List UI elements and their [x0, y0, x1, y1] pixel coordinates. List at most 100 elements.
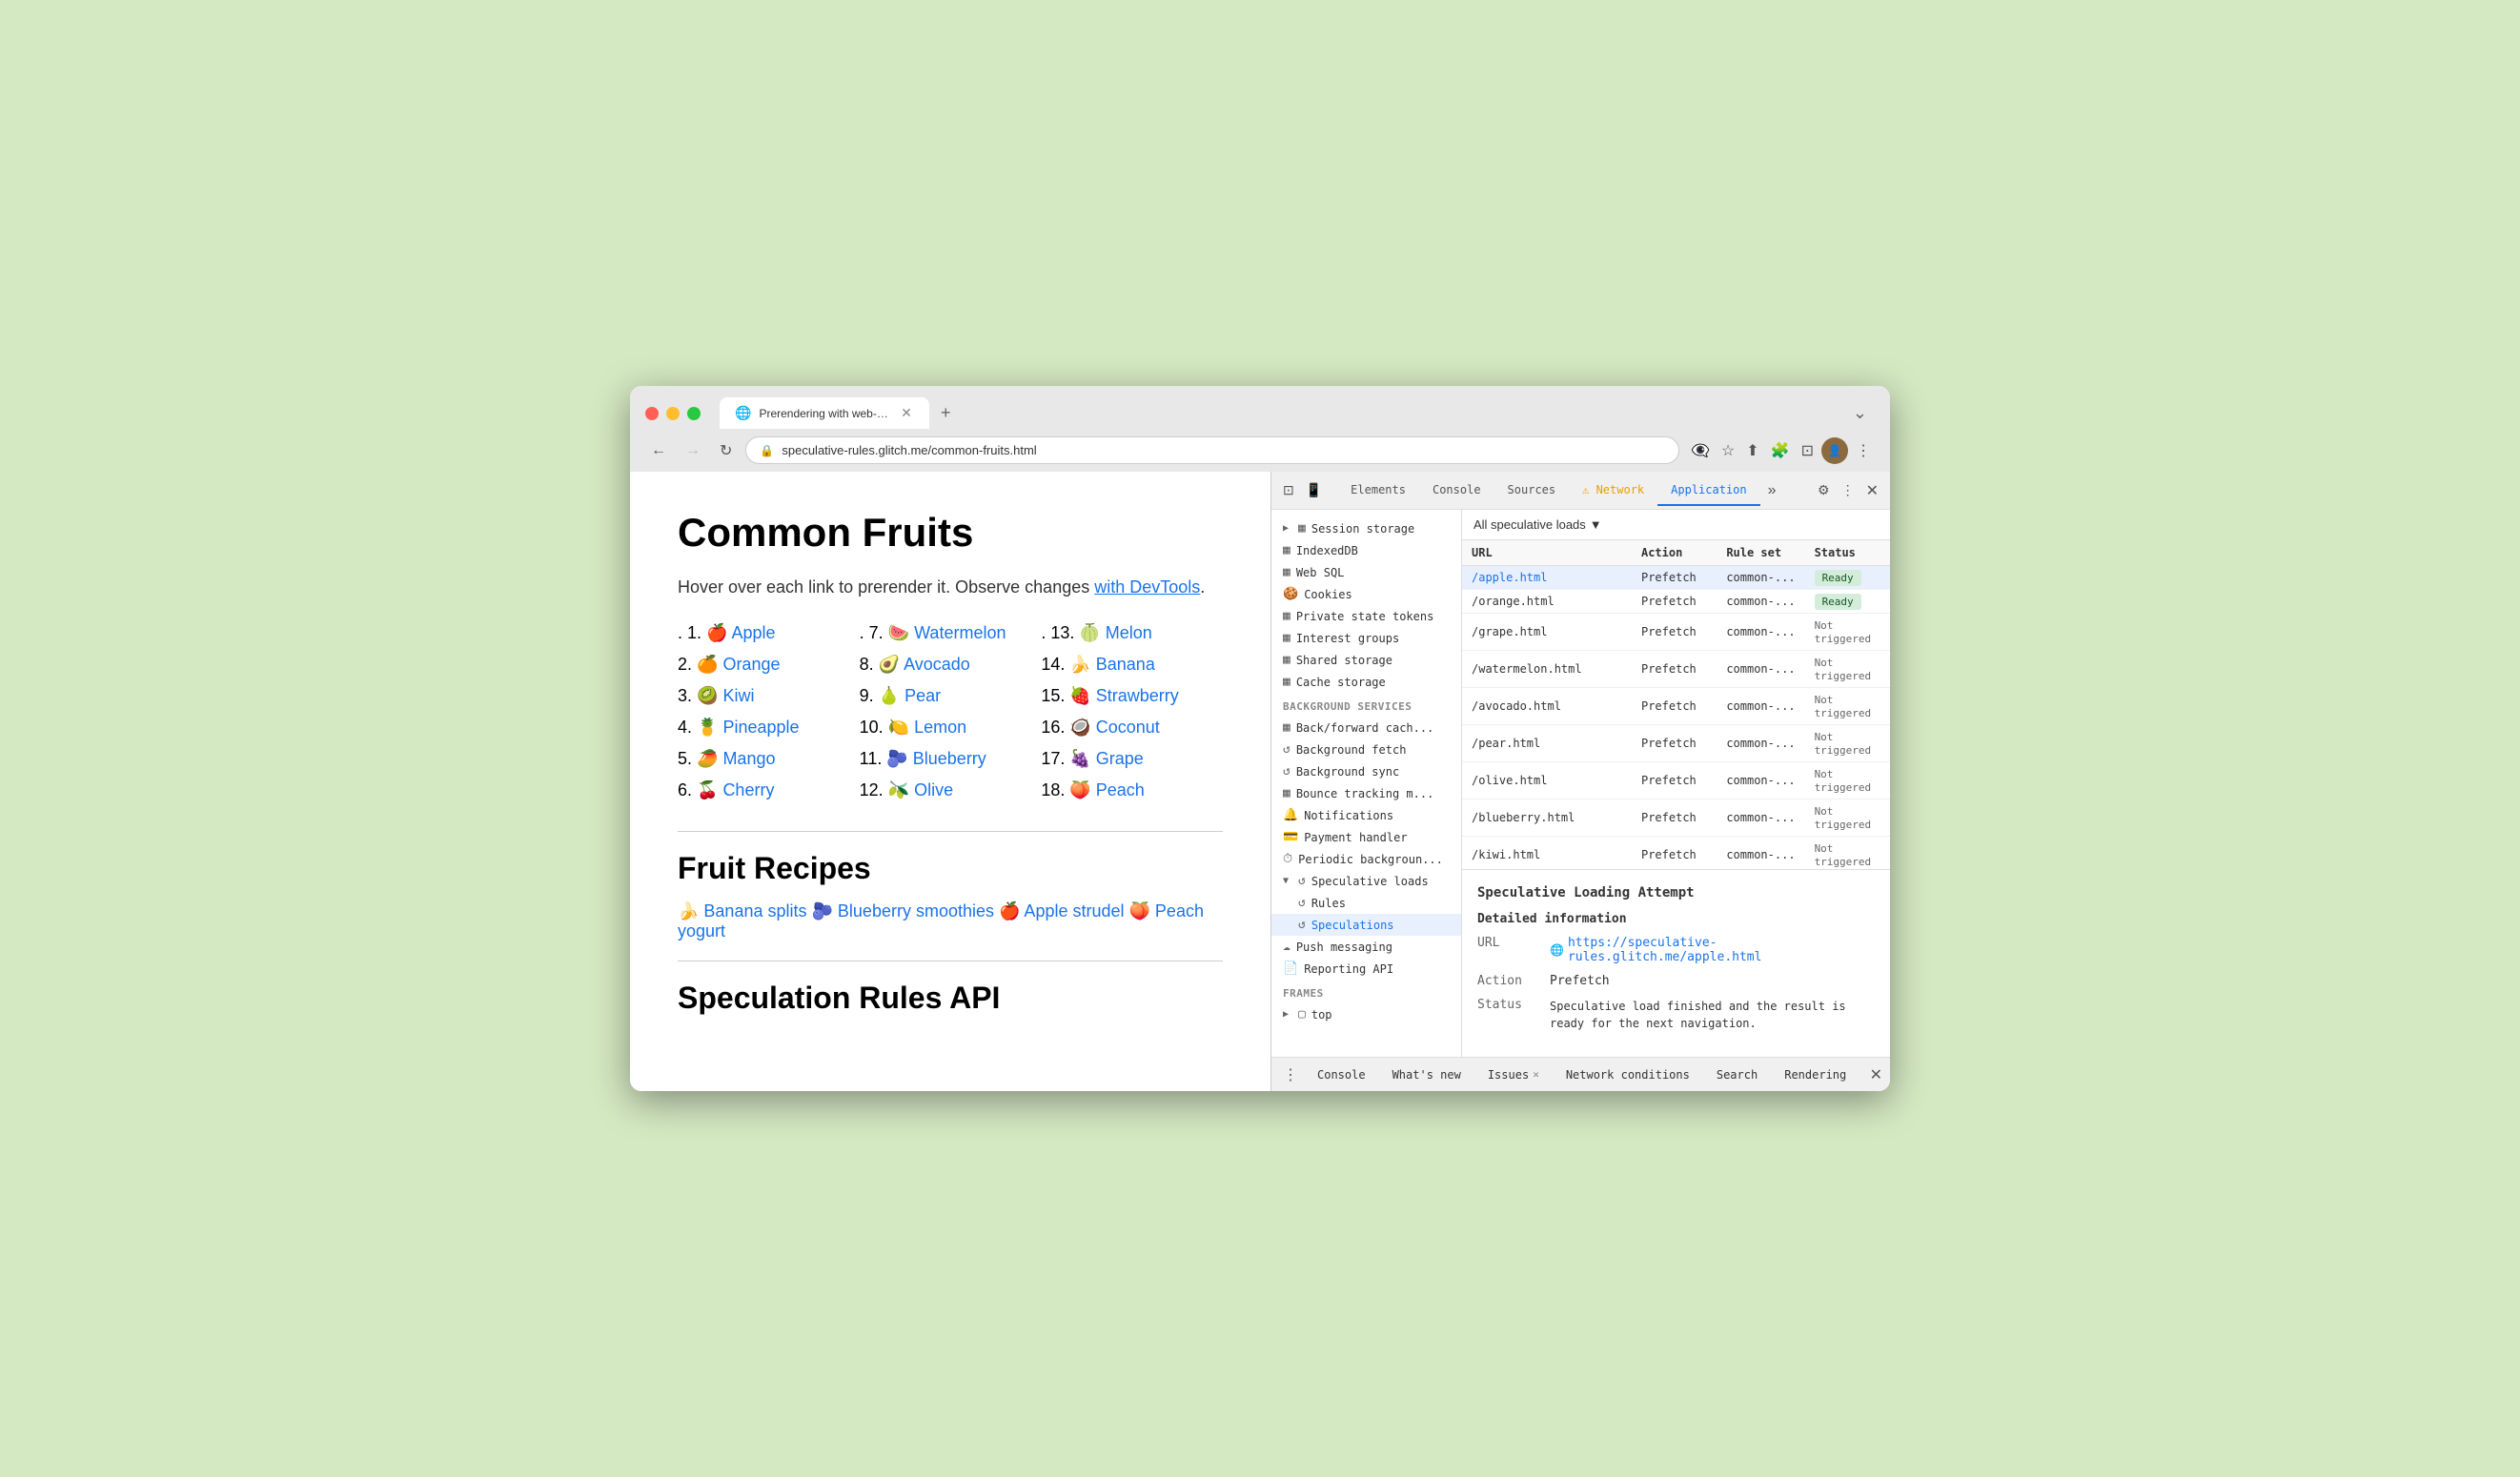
sidebar-item-indexeddb[interactable]: ▦ IndexedDB — [1271, 539, 1461, 561]
devtools-more-button[interactable]: ⋮ — [1838, 478, 1859, 502]
devtools-header: ⊡ 📱 Elements Console Sources ⚠ Network A… — [1271, 472, 1890, 510]
minimize-traffic-light[interactable] — [666, 407, 680, 420]
status-badge: Not triggered — [1815, 657, 1872, 682]
sidebar-item-notifications[interactable]: 🔔 Notifications — [1271, 804, 1461, 826]
devtools-device-button[interactable]: 📱 — [1302, 478, 1326, 502]
new-tab-button[interactable]: + — [933, 399, 959, 427]
fruit-link[interactable]: Avocado — [904, 655, 970, 674]
bottom-tab-network-conditions[interactable]: Network conditions — [1555, 1062, 1701, 1087]
table-row[interactable]: /avocado.htmlPrefetchcommon-...Not trigg… — [1462, 688, 1890, 725]
sidebar-item-session-storage[interactable]: ▶ ▦ Session storage — [1271, 517, 1461, 539]
active-tab[interactable]: 🌐 Prerendering with web-vitals... ✕ — [720, 397, 929, 429]
url-value[interactable]: https://speculative-rules.glitch.me/appl… — [1550, 936, 1875, 964]
bottom-bar-close-button[interactable]: ✕ — [1870, 1065, 1882, 1084]
fruit-link[interactable]: Strawberry — [1096, 686, 1179, 705]
fruit-link[interactable]: Orange — [722, 655, 780, 674]
sidebar-item-push-messaging[interactable]: ☁ Push messaging — [1271, 936, 1461, 958]
tab-application[interactable]: Application — [1657, 475, 1759, 506]
spec-filter-dropdown[interactable]: All speculative loads ▼ — [1473, 517, 1602, 532]
fruit-link[interactable]: Lemon — [914, 718, 966, 737]
devtools-link[interactable]: with DevTools — [1094, 577, 1200, 597]
fruit-link[interactable]: Banana — [1096, 655, 1155, 674]
tab-sources[interactable]: Sources — [1494, 475, 1570, 506]
sidebar-item-bounce-tracking[interactable]: ▦ Bounce tracking m... — [1271, 782, 1461, 804]
recipe-link[interactable]: 🍎 Apple strudel — [999, 901, 1124, 921]
bottom-bar-menu-button[interactable]: ⋮ — [1279, 1062, 1302, 1088]
devtools-main-panel: All speculative loads ▼ URL Action Rule — [1462, 510, 1890, 1057]
split-view-button[interactable]: ⊡ — [1798, 437, 1818, 464]
fruit-link[interactable]: Grape — [1096, 749, 1144, 768]
devtools-settings-button[interactable]: ⚙ — [1814, 478, 1834, 502]
forward-button[interactable]: → — [680, 438, 706, 463]
issues-tab-close-icon[interactable]: ✕ — [1533, 1068, 1539, 1081]
sidebar-item-speculative-loads[interactable]: ▼ ↺ Speculative loads — [1271, 870, 1461, 892]
table-row[interactable]: /olive.htmlPrefetchcommon-...Not trigger… — [1462, 762, 1890, 799]
sidebar-item-web-sql[interactable]: ▦ Web SQL — [1271, 561, 1461, 583]
tab-close-button[interactable]: ✕ — [899, 406, 914, 421]
sidebar-item-periodic-bg[interactable]: ⏱ Periodic backgroun... — [1271, 848, 1461, 870]
sidebar-item-bg-fetch[interactable]: ↺ Background fetch — [1271, 738, 1461, 760]
table-row[interactable]: /apple.htmlPrefetchcommon-...Ready — [1462, 566, 1890, 590]
table-row[interactable]: /grape.htmlPrefetchcommon-...Not trigger… — [1462, 614, 1890, 651]
sidebar-item-cookies[interactable]: 🍪 Cookies — [1271, 583, 1461, 605]
recipe-link[interactable]: 🫐 Blueberry smoothies — [812, 901, 995, 921]
sidebar-item-rules[interactable]: ↺ Rules — [1271, 892, 1461, 914]
extensions-button[interactable]: 🧩 — [1767, 437, 1794, 464]
fruit-link[interactable]: Peach — [1096, 780, 1145, 799]
fruit-link[interactable]: Mango — [722, 749, 775, 768]
list-item: 10. 🍋 Lemon — [860, 718, 1042, 738]
table-cell-url: /olive.html — [1462, 762, 1632, 799]
table-row[interactable]: /pear.htmlPrefetchcommon-...Not triggere… — [1462, 725, 1890, 762]
bottom-tab-whats-new[interactable]: What's new — [1381, 1062, 1473, 1087]
tab-elements[interactable]: Elements — [1337, 475, 1419, 506]
sidebar-item-payment-handler[interactable]: 💳 Payment handler — [1271, 826, 1461, 848]
fruit-link[interactable]: Cherry — [722, 780, 774, 799]
browser-more-button[interactable]: ⋮ — [1852, 437, 1875, 464]
browser-window: 🌐 Prerendering with web-vitals... ✕ + ⌄ … — [630, 386, 1890, 1091]
sidebar-item-back-forward[interactable]: ▦ Back/forward cach... — [1271, 717, 1461, 738]
back-button[interactable]: ← — [645, 438, 672, 463]
sidebar-item-frames-top[interactable]: ▶ ▢ top — [1271, 1003, 1461, 1025]
fruit-link[interactable]: Melon — [1106, 623, 1152, 642]
tab-expand-button[interactable]: ⌄ — [1845, 399, 1875, 427]
fruit-link[interactable]: Kiwi — [722, 686, 754, 705]
sidebar-item-private-state[interactable]: ▦ Private state tokens — [1271, 605, 1461, 627]
sidebar-item-speculations[interactable]: ↺ Speculations — [1271, 914, 1461, 936]
sidebar-item-interest-groups[interactable]: ▦ Interest groups — [1271, 627, 1461, 649]
devtools-more-tabs-button[interactable]: » — [1760, 478, 1784, 503]
bottom-tab-search[interactable]: Search — [1705, 1062, 1769, 1087]
maximize-traffic-light[interactable] — [687, 407, 701, 420]
fruit-link[interactable]: Blueberry — [913, 749, 986, 768]
reload-button[interactable]: ↻ — [714, 437, 738, 464]
address-bar[interactable]: 🔒 speculative-rules.glitch.me/common-fru… — [745, 436, 1679, 464]
sidebar-item-bg-sync[interactable]: ↺ Background sync — [1271, 760, 1461, 782]
devtools-close-button[interactable]: ✕ — [1862, 477, 1882, 504]
table-row[interactable]: /kiwi.htmlPrefetchcommon-...Not triggere… — [1462, 837, 1890, 870]
table-row[interactable]: /blueberry.htmlPrefetchcommon-...Not tri… — [1462, 799, 1890, 837]
fruit-link[interactable]: Olive — [914, 780, 953, 799]
bottom-tab-rendering[interactable]: Rendering — [1773, 1062, 1858, 1087]
rules-icon: ↺ — [1298, 896, 1306, 910]
table-row[interactable]: /orange.htmlPrefetchcommon-...Ready — [1462, 590, 1890, 614]
sidebar-item-reporting-api[interactable]: 📄 Reporting API — [1271, 958, 1461, 980]
bottom-tab-issues[interactable]: Issues ✕ — [1476, 1062, 1551, 1087]
fruit-link[interactable]: Apple — [731, 623, 775, 642]
bottom-tab-console[interactable]: Console — [1306, 1062, 1377, 1087]
bookmark-button[interactable]: ☆ — [1717, 437, 1738, 464]
fruit-link[interactable]: Watermelon — [914, 623, 1006, 642]
tab-console[interactable]: Console — [1419, 475, 1494, 506]
fruit-link[interactable]: Pineapple — [722, 718, 799, 737]
profile-avatar[interactable]: 👤 — [1821, 437, 1848, 464]
recipe-link[interactable]: 🍌 Banana splits — [678, 901, 806, 921]
sidebar-item-shared-storage[interactable]: ▦ Shared storage — [1271, 649, 1461, 671]
fruit-link[interactable]: Coconut — [1096, 718, 1160, 737]
download-button[interactable]: ⬆ — [1742, 437, 1762, 464]
sidebar-label-notifications: Notifications — [1304, 809, 1393, 822]
fruit-link[interactable]: Pear — [904, 686, 941, 705]
sidebar-item-cache-storage[interactable]: ▦ Cache storage — [1271, 671, 1461, 693]
eye-slash-button[interactable]: 👁‍🗨 — [1687, 437, 1714, 464]
tab-network[interactable]: ⚠ Network — [1569, 475, 1657, 506]
devtools-inspect-button[interactable]: ⊡ — [1279, 478, 1298, 502]
table-row[interactable]: /watermelon.htmlPrefetchcommon-...Not tr… — [1462, 651, 1890, 688]
close-traffic-light[interactable] — [645, 407, 659, 420]
